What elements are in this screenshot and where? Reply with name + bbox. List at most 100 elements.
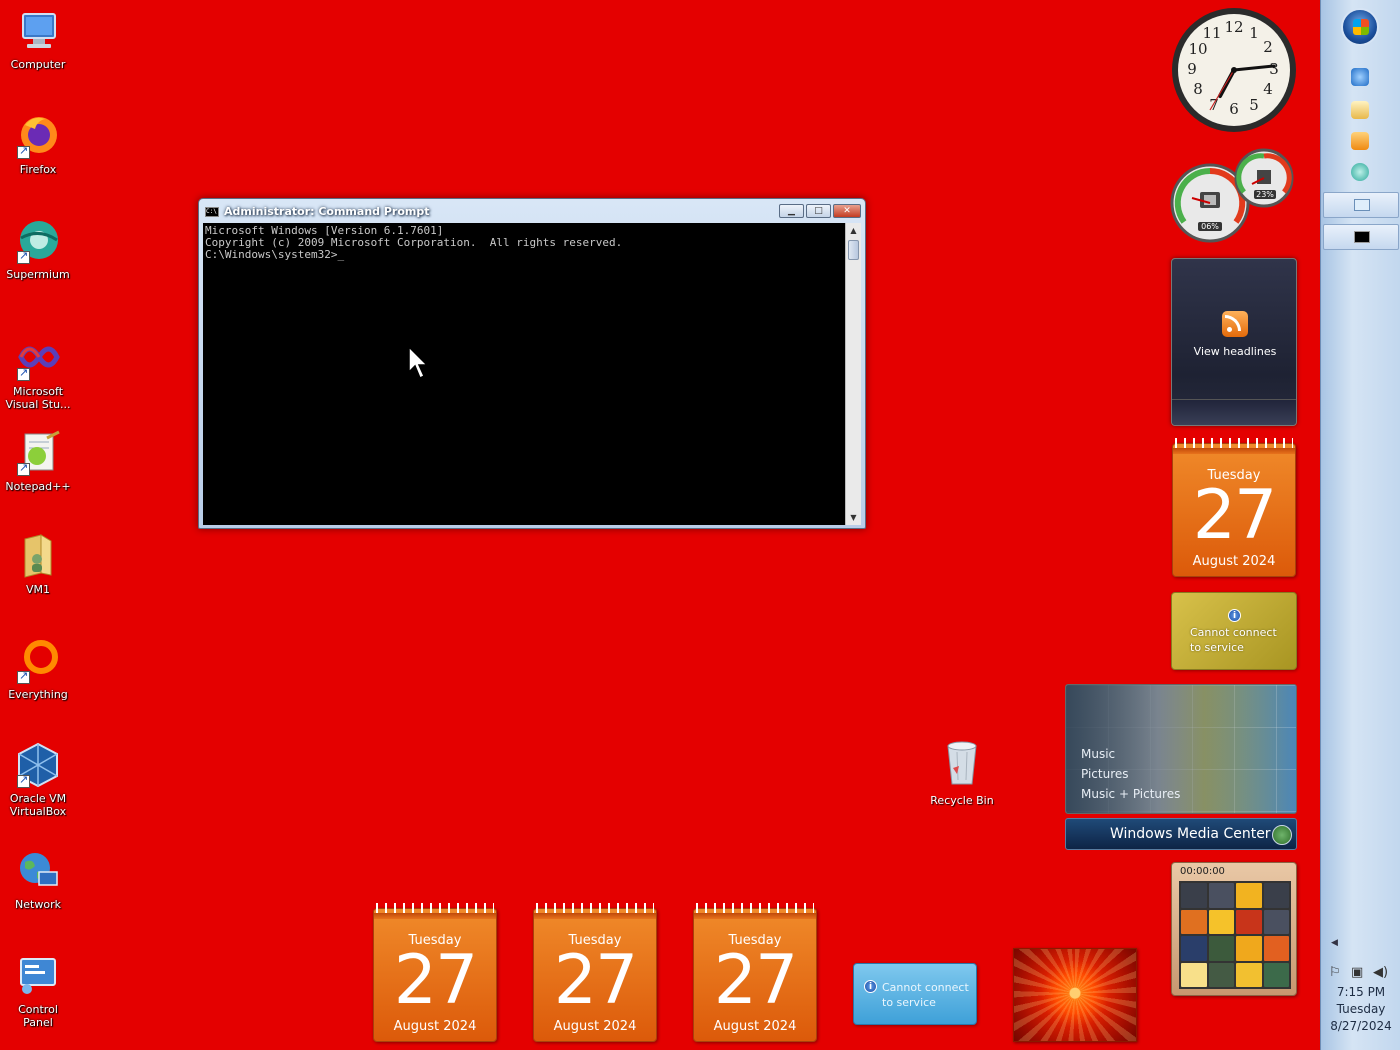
puzzle-tile[interactable] [1263,962,1289,987]
console-output[interactable]: Microsoft Windows [Version 6.1.7601] Copy… [203,223,845,525]
puzzle-tile[interactable] [1208,936,1234,961]
puzzle-tile[interactable] [1263,909,1289,934]
puzzle-tile[interactable] [1181,936,1207,961]
puzzle-tile[interactable] [1236,962,1262,987]
file-explorer-icon[interactable] [1351,101,1369,119]
puzzle-tile[interactable] [1181,962,1207,987]
picture-puzzle-gadget[interactable]: 00:00:00 [1171,862,1297,996]
desktop-icon-notepad-plus-plus[interactable]: Notepad++ [2,430,74,493]
info-icon: i [1228,609,1241,622]
puzzle-tile[interactable] [1208,962,1234,987]
control-panel-icon [15,953,61,999]
error-line: Cannot connect [882,981,969,994]
media-center-gadget[interactable]: Music Pictures Music + Pictures Windows … [1065,684,1297,850]
desktop-icon-recycle-bin[interactable]: Recycle Bin [926,740,998,807]
puzzle-tile[interactable] [1263,883,1289,908]
desktop-icon-firefox[interactable]: Firefox [2,113,74,176]
calendar-month-year: August 2024 [393,1019,477,1034]
media-item-music-pictures[interactable]: Music + Pictures [1081,787,1180,801]
clock-date: 8/27/2024 [1330,1019,1392,1033]
calendar-month-year: August 2024 [1192,554,1276,569]
puzzle-tile[interactable] [1236,883,1262,908]
desktop-icon-label: Notepad++ [5,480,71,493]
command-prompt-window[interactable]: C:\ Administrator: Command Prompt ▁ □ ✕ … [198,198,866,529]
calendar-day-number: 27 [1192,476,1278,555]
feed-footer-bar [1172,399,1296,425]
internet-explorer-icon[interactable] [1351,68,1369,86]
network-tray-icon[interactable]: ▣ [1351,965,1363,980]
calendar-gadget[interactable]: Tuesday 27 August 2024 [693,903,817,1042]
scroll-up-arrow-icon[interactable]: ▲ [846,223,861,238]
user-folder-icon [15,533,61,579]
puzzle-tile[interactable] [1208,883,1234,908]
desktop-icon-label: VM1 [25,583,50,596]
puzzle-tile[interactable] [1236,909,1262,934]
error-line: to service [1190,641,1244,654]
maximize-button[interactable]: □ [806,204,831,218]
taskbar-button-command-prompt[interactable] [1323,224,1399,250]
desktop-icon-label: Microsoft Visual Stu... [5,385,71,411]
desktop-icon-control-panel[interactable]: Control Panel [2,953,74,1029]
media-item-music[interactable]: Music [1081,747,1115,761]
calendar-gadget[interactable]: Tuesday 27 August 2024 [373,903,497,1042]
desktop-icon-supermium[interactable]: Supermium [2,218,74,281]
calendar-gadget[interactable]: Tuesday 27 August 2024 [1172,438,1296,577]
calendar-rings [376,903,494,913]
calendar-gadget[interactable]: Tuesday 27 August 2024 [533,903,657,1042]
cmd-icon: C:\ [205,207,219,217]
volume-icon[interactable]: ◀) [1373,965,1388,980]
taskbar-button-notepad[interactable] [1323,192,1399,218]
puzzle-tile[interactable] [1181,883,1207,908]
start-button[interactable] [1341,8,1379,46]
desktop-icon-everything[interactable]: Everything [2,638,74,701]
cpu-meter-gadget[interactable]: 06% 23% [1170,148,1298,243]
desktop-icon-vm1-folder[interactable]: VM1 [2,533,74,596]
puzzle-tile[interactable] [1208,909,1234,934]
minimize-button[interactable]: ▁ [779,204,804,218]
puzzle-tile[interactable] [1181,909,1207,934]
view-headlines-link[interactable]: View headlines [1172,345,1298,358]
puzzle-tile[interactable] [1263,936,1289,961]
weather-gadget[interactable]: i Cannot connect to service [1171,592,1297,670]
shortcut-arrow-icon [17,461,30,476]
info-icon: i [864,980,877,993]
action-center-flag-icon[interactable]: ⚐ [1329,965,1341,980]
calendar-rings [1175,438,1293,448]
calendar-day-number: 27 [713,941,799,1020]
media-player-icon[interactable] [1351,132,1369,150]
slide-show-gadget[interactable] [1013,948,1137,1042]
media-center-title-bar[interactable]: Windows Media Center [1065,818,1297,850]
scroll-thumb[interactable] [848,240,859,260]
show-hidden-icons-icon[interactable]: ◀ [1331,938,1338,948]
vertical-scrollbar[interactable]: ▲ ▼ [845,223,861,525]
desktop-icon-network[interactable]: Network [2,848,74,911]
svg-text:9: 9 [1187,60,1197,78]
calendar-rings [696,903,814,913]
puzzle-board[interactable] [1179,881,1291,989]
feed-headlines-gadget[interactable]: View headlines [1171,258,1297,426]
mouse-pointer-icon [408,346,429,380]
virtualbox-icon [15,742,61,788]
desktop-icon-computer[interactable]: Computer [2,8,74,71]
desktop-icon-label: Firefox [19,163,57,176]
shortcut-arrow-icon [17,669,30,684]
desktop-icon-virtualbox[interactable]: Oracle VM VirtualBox [2,742,74,818]
media-item-pictures[interactable]: Pictures [1081,767,1129,781]
clock-gadget[interactable]: 12 1 2 3 4 5 6 7 8 9 10 11 [1170,6,1298,134]
desktop-icon-visual-studio[interactable]: Microsoft Visual Stu... [2,335,74,411]
recycle-bin-icon [945,740,979,786]
shortcut-arrow-icon [17,249,30,264]
window-title-bar[interactable]: C:\ Administrator: Command Prompt ▁ □ ✕ [199,199,865,223]
supermium-taskbar-icon[interactable] [1351,163,1369,181]
taskbar-clock[interactable]: 7:15 PM Tuesday 8/27/2024 [1321,984,1400,1035]
calendar-month-year: August 2024 [713,1019,797,1034]
desktop-icon-label: Network [15,898,61,911]
visual-studio-icon [15,335,61,381]
everything-search-icon [15,638,61,684]
window-title: Administrator: Command Prompt [224,205,430,218]
puzzle-tile[interactable] [1236,936,1262,961]
scroll-down-arrow-icon[interactable]: ▼ [846,510,861,525]
currency-gadget[interactable]: i Cannot connect to service [853,963,977,1025]
calendar-binding [374,913,496,919]
close-button[interactable]: ✕ [833,204,861,218]
